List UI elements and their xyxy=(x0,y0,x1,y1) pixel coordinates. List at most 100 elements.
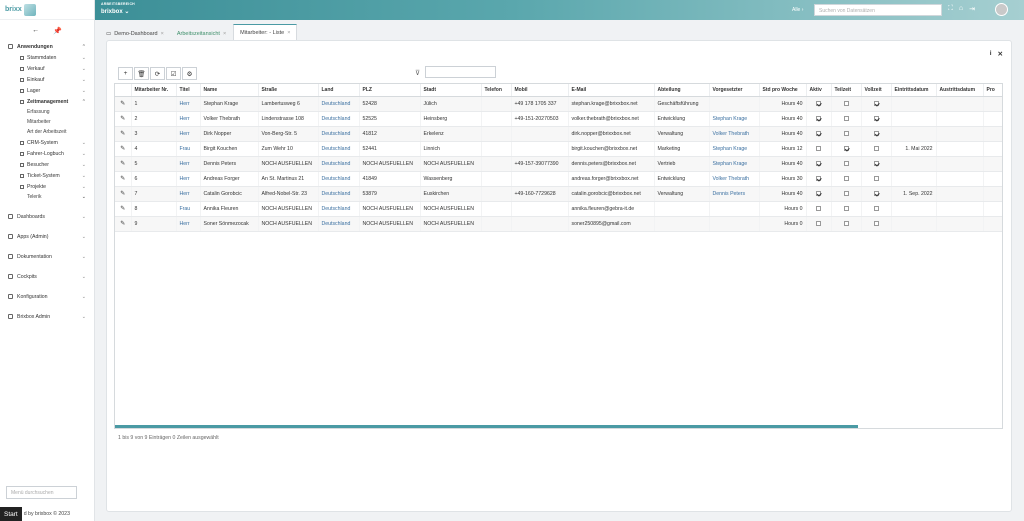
edit-icon[interactable]: ✎ xyxy=(120,131,125,137)
add-button[interactable]: + xyxy=(118,67,133,80)
cell-edit[interactable]: ✎ xyxy=(115,126,132,142)
column-header-email[interactable]: E-Mail xyxy=(568,84,655,97)
cell-aktiv[interactable] xyxy=(806,156,832,172)
edit-icon[interactable]: ✎ xyxy=(120,221,125,227)
cell-edit[interactable]: ✎ xyxy=(115,171,132,187)
aktiv-checkbox[interactable] xyxy=(816,145,821,151)
search-scope-selector[interactable]: Alle › xyxy=(792,7,803,13)
cell-edit[interactable]: ✎ xyxy=(115,201,132,217)
cell-teilzeit[interactable] xyxy=(831,201,862,217)
column-header-std[interactable]: Std pro Woche xyxy=(759,84,807,97)
aktiv-checkbox[interactable] xyxy=(816,190,821,196)
cell-aktiv[interactable] xyxy=(806,171,832,187)
filter-input[interactable] xyxy=(425,66,496,78)
vollzeit-checkbox[interactable] xyxy=(873,100,879,106)
teilzeit-checkbox[interactable] xyxy=(843,115,849,121)
teilzeit-checkbox[interactable] xyxy=(843,175,849,181)
horizontal-scrollbar[interactable] xyxy=(115,425,858,428)
sidebar-item-projekte[interactable]: Projekte ⌄ xyxy=(0,181,94,192)
logout-icon[interactable]: ⇥ xyxy=(969,5,975,13)
cell-vollzeit[interactable] xyxy=(861,156,892,172)
sidebar-item-anwendungen[interactable]: Anwendungen ⌃ xyxy=(0,41,94,52)
column-header-vorgesetzter[interactable]: Vorgesetzter xyxy=(709,84,760,97)
edit-icon[interactable]: ✎ xyxy=(120,206,125,212)
edit-icon[interactable]: ✎ xyxy=(120,191,125,197)
cell-teilzeit[interactable] xyxy=(831,96,862,112)
sidebar-item-telerik[interactable]: Telerik ⌄ xyxy=(0,192,94,202)
edit-icon[interactable]: ✎ xyxy=(120,161,125,167)
sidebar-item-konfiguration[interactable]: Konfiguration ⌄ xyxy=(0,291,94,302)
column-header-strasse[interactable]: Straße xyxy=(258,84,319,97)
column-header-edit[interactable] xyxy=(115,84,132,97)
column-header-plz[interactable]: PLZ xyxy=(359,84,421,97)
sidebar-item-verkauf[interactable]: Verkauf ⌄ xyxy=(0,63,94,74)
aktiv-checkbox[interactable] xyxy=(816,100,821,106)
table-row[interactable]: ✎ 3 Herr Dirk Nopper Von-Berg-Str. 5 Deutschl… xyxy=(115,126,1002,142)
aktiv-checkbox[interactable] xyxy=(816,220,821,226)
cell-edit[interactable]: ✎ xyxy=(115,186,132,202)
column-header-telefon[interactable]: Telefon xyxy=(481,84,512,97)
delete-button[interactable]: 🗑 xyxy=(134,67,149,80)
sidebar-item-einkauf[interactable]: Einkauf ⌄ xyxy=(0,74,94,85)
cell-teilzeit[interactable] xyxy=(831,171,862,187)
teilzeit-checkbox[interactable] xyxy=(843,220,849,226)
column-header-abteilung[interactable]: Abteilung xyxy=(654,84,710,97)
refresh-button[interactable]: ⟳ xyxy=(150,67,165,80)
column-header-stadt[interactable]: Stadt xyxy=(420,84,482,97)
cell-edit[interactable]: ✎ xyxy=(115,156,132,172)
cell-teilzeit[interactable] xyxy=(831,156,862,172)
close-icon[interactable]: ✕ xyxy=(998,50,1003,58)
edit-icon[interactable]: ✎ xyxy=(120,146,125,152)
cell-vollzeit[interactable] xyxy=(861,141,892,157)
column-header-titel[interactable]: Titel xyxy=(176,84,201,97)
table-row[interactable]: ✎ 5 Herr Dennis Peters NOCH AUSFUELLEN Deutsc… xyxy=(115,156,1002,172)
sidebar-item-dokumentation[interactable]: Dokumentation ⌄ xyxy=(0,251,94,262)
table-row[interactable]: ✎ 9 Herr Soner Sönmezocak NOCH AUSFUELLEN Deu… xyxy=(115,216,1002,232)
tab-arbeitszeitansicht[interactable]: Arbeitszeitansicht × xyxy=(170,27,233,40)
cell-aktiv[interactable] xyxy=(806,96,832,112)
column-header-pro[interactable]: Pro xyxy=(983,84,1002,97)
cell-aktiv[interactable] xyxy=(806,216,832,232)
vollzeit-checkbox[interactable] xyxy=(873,220,879,226)
cell-teilzeit[interactable] xyxy=(831,216,862,232)
cell-edit[interactable]: ✎ xyxy=(115,96,132,112)
sidebar-item-art-der-arbeitszeit[interactable]: Art der Arbeitszeit xyxy=(0,127,94,137)
table-row[interactable]: ✎ 7 Herr Catalin Gorobcic Alfred-Nobel-Str. … xyxy=(115,186,1002,202)
sidebar-item-zeitmanagement[interactable]: Zeitmanagement ⌃ xyxy=(0,96,94,107)
table-row[interactable]: ✎ 6 Herr Andreas Forger An St. Martinus 21 De… xyxy=(115,171,1002,187)
vollzeit-checkbox[interactable] xyxy=(873,145,879,151)
table-row[interactable]: ✎ 8 Frau Annika Fleuren NOCH AUSFUELLEN Deuts… xyxy=(115,201,1002,217)
cell-teilzeit[interactable] xyxy=(831,141,862,157)
column-header-land[interactable]: Land xyxy=(318,84,360,97)
sidebar-item-fahrer-logbuch[interactable]: Fahrer-Logbuch ⌄ xyxy=(0,148,94,159)
cell-teilzeit[interactable] xyxy=(831,126,862,142)
sidebar-item-stammdaten[interactable]: Stammdaten ⌄ xyxy=(0,52,94,63)
teilzeit-checkbox[interactable] xyxy=(843,130,849,136)
column-header-name[interactable]: Name xyxy=(200,84,259,97)
cell-aktiv[interactable] xyxy=(806,186,832,202)
column-header-austritt[interactable]: Austrittsdatum xyxy=(936,84,984,97)
aktiv-checkbox[interactable] xyxy=(816,115,821,121)
pin-icon[interactable]: 📌 xyxy=(53,27,62,35)
cell-aktiv[interactable] xyxy=(806,201,832,217)
sidebar-item-apps-admin[interactable]: Apps (Admin) ⌄ xyxy=(0,231,94,242)
select-all-button[interactable]: ☑ xyxy=(166,67,181,80)
column-header-vollzeit[interactable]: Vollzeit xyxy=(861,84,892,97)
close-tab-icon[interactable]: × xyxy=(287,30,290,36)
column-header-eintritt[interactable]: Eintrittsdatum xyxy=(891,84,937,97)
sidebar-item-brixbox-admin[interactable]: Brixbox Admin ⌄ xyxy=(0,311,94,322)
teilzeit-checkbox[interactable] xyxy=(843,190,849,196)
menu-search-input[interactable]: Menü durchsuchen xyxy=(6,486,77,499)
column-header-mobil[interactable]: Mobil xyxy=(511,84,569,97)
sidebar-item-crm-system[interactable]: CRM-System ⌄ xyxy=(0,137,94,148)
cell-vollzeit[interactable] xyxy=(861,126,892,142)
sidebar-item-mitarbeiter[interactable]: Mitarbeiter xyxy=(0,117,94,127)
cell-vollzeit[interactable] xyxy=(861,171,892,187)
aktiv-checkbox[interactable] xyxy=(816,160,821,166)
vollzeit-checkbox[interactable] xyxy=(873,190,879,196)
sidebar-item-dashboards[interactable]: Dashboards ⌄ xyxy=(0,211,94,222)
edit-icon[interactable]: ✎ xyxy=(120,116,125,122)
settings-button[interactable]: ⚙ xyxy=(182,67,197,80)
cell-teilzeit[interactable] xyxy=(831,111,862,127)
info-icon[interactable]: i xyxy=(990,50,992,58)
